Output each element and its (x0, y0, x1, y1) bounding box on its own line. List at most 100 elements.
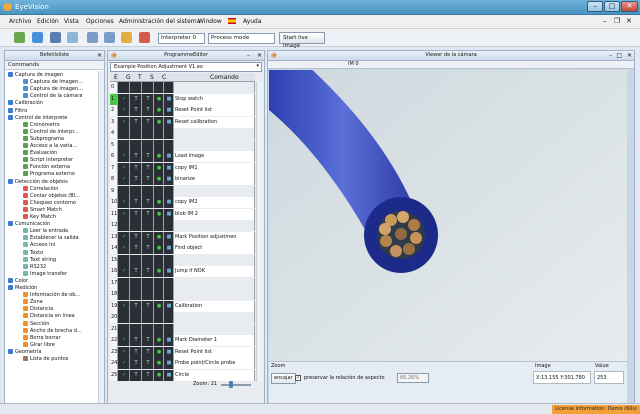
go-cell[interactable]: T (130, 346, 142, 358)
status-cell[interactable] (154, 254, 164, 266)
status-cell[interactable] (154, 323, 164, 335)
command-cell[interactable]: binarize (174, 174, 255, 185)
enabled-cell[interactable] (118, 289, 130, 300)
command-cell[interactable]: Reset Point list (174, 105, 255, 116)
program-row[interactable]: 22 ✓ T T ● ■ Mark Diameter 1 (110, 335, 255, 346)
command-item[interactable]: Acceso Ini (23, 242, 55, 248)
go-cell[interactable] (130, 323, 142, 335)
type-cell[interactable]: T (142, 358, 154, 369)
mdi-minimize-icon[interactable]: – (603, 17, 607, 25)
program-row[interactable]: 2 ✓ T T ● ■ Reset Point list (110, 105, 255, 116)
status-cell[interactable]: ● (154, 266, 164, 277)
line-number[interactable]: 5 (110, 139, 118, 151)
type-cell[interactable]: T (142, 208, 154, 220)
go-cell[interactable]: T (130, 162, 142, 174)
line-number[interactable]: 21 (110, 323, 118, 335)
line-number[interactable]: 2 (110, 105, 118, 116)
enabled-cell[interactable] (118, 277, 130, 289)
program-row[interactable]: 23 ✓ T T ● ■ Reset Point list (110, 346, 255, 358)
command-item[interactable]: Evaluación (23, 150, 57, 156)
command-item[interactable]: Captura de imagen... (23, 79, 83, 85)
enabled-cell[interactable]: ✓ (118, 151, 130, 162)
zoom-slider[interactable] (221, 381, 251, 388)
menu-administracion[interactable]: Administración del sistema (119, 18, 200, 25)
command-cell[interactable]: Stop watch (174, 93, 255, 105)
command-cell[interactable]: Load image (174, 151, 255, 162)
type-cell[interactable] (142, 254, 154, 266)
command-category[interactable]: Geometría (8, 348, 41, 355)
type-cell[interactable]: T (142, 151, 154, 162)
enabled-cell[interactable]: ✓ (118, 162, 130, 174)
type-cell[interactable]: T (142, 105, 154, 116)
command-icon-cell[interactable] (164, 185, 174, 197)
menu-window[interactable]: Window (198, 18, 222, 25)
command-cell[interactable] (174, 312, 255, 323)
status-cell[interactable]: ● (154, 369, 164, 381)
line-number[interactable]: 3 (110, 116, 118, 128)
enabled-cell[interactable] (118, 139, 130, 151)
program-row[interactable]: 19 ✓ T T ● ■ Calibration (110, 300, 255, 312)
go-cell[interactable] (130, 82, 142, 93)
enabled-cell[interactable]: ✓ (118, 300, 130, 312)
panel-close-icon[interactable]: ✕ (257, 51, 262, 60)
command-item[interactable]: Texto (23, 249, 43, 256)
command-category[interactable]: Control de intérprete (8, 114, 67, 121)
command-item[interactable]: Leer la entrada (23, 228, 68, 234)
command-item[interactable]: RS232 (23, 263, 46, 270)
keep-ratio-checkbox[interactable]: ✓ (295, 375, 301, 381)
viewer-close-icon[interactable]: ✕ (627, 51, 632, 60)
program-row[interactable]: 17 (110, 277, 255, 289)
command-item[interactable]: Borra borrar (23, 334, 61, 341)
go-cell[interactable]: T (130, 300, 142, 312)
enabled-cell[interactable]: ✓ (118, 93, 130, 105)
command-cell[interactable]: blob IM 2 (174, 208, 255, 220)
program-row[interactable]: 12 (110, 220, 255, 231)
line-number[interactable]: 15 (110, 254, 118, 266)
command-item[interactable]: Key Match (23, 214, 56, 220)
command-icon-cell[interactable] (164, 220, 174, 231)
minimize-button[interactable]: – (587, 1, 603, 12)
type-cell[interactable] (142, 220, 154, 231)
type-cell[interactable]: T (142, 197, 154, 208)
status-cell[interactable]: ● (154, 346, 164, 358)
command-icon-cell[interactable]: ■ (164, 116, 174, 128)
command-item[interactable]: Función externa (23, 164, 70, 170)
camera-image[interactable] (269, 70, 627, 361)
line-number[interactable]: 16 (110, 266, 118, 277)
undo-icon[interactable] (87, 32, 98, 43)
mdi-close-icon[interactable]: ✕ (626, 17, 632, 25)
status-cell[interactable]: ● (154, 116, 164, 128)
type-cell[interactable]: T (142, 266, 154, 277)
line-number[interactable]: 25 (110, 369, 118, 381)
command-cell[interactable]: Mark Diameter 1 (174, 335, 255, 346)
command-cell[interactable] (174, 323, 255, 335)
type-cell[interactable]: T (142, 346, 154, 358)
program-row[interactable]: 6 ✓ T T ● ■ Load image (110, 151, 255, 162)
command-icon-cell[interactable] (164, 312, 174, 323)
command-icon-cell[interactable]: ■ (164, 208, 174, 220)
program-row[interactable]: 9 (110, 185, 255, 197)
command-cell[interactable] (174, 82, 255, 93)
status-cell[interactable] (154, 185, 164, 197)
line-number[interactable]: 24 (110, 358, 118, 369)
program-row[interactable]: 8 ✓ T T ● ■ binarize (110, 174, 255, 185)
viewer-maximize-icon[interactable]: □ (616, 51, 622, 60)
status-cell[interactable]: ● (154, 231, 164, 243)
enabled-cell[interactable]: ✓ (118, 116, 130, 128)
status-cell[interactable]: ● (154, 335, 164, 346)
command-item[interactable]: Image transfer (23, 270, 67, 277)
enabled-cell[interactable]: ✓ (118, 105, 130, 116)
command-cell[interactable]: copy IM2 (174, 197, 255, 208)
command-item[interactable]: Correlación (23, 185, 58, 192)
program-row[interactable]: 16 ✓ T T ● ■ Jump if NOK (110, 266, 255, 277)
go-cell[interactable]: T (130, 335, 142, 346)
viewer-minimize-icon[interactable]: – (609, 51, 612, 60)
command-cell[interactable]: Circle (174, 369, 255, 381)
go-cell[interactable]: T (130, 266, 142, 277)
command-icon-cell[interactable]: ■ (164, 358, 174, 369)
command-icon-cell[interactable]: ■ (164, 151, 174, 162)
type-cell[interactable]: T (142, 300, 154, 312)
command-item[interactable]: Establecer la salida (23, 235, 79, 241)
command-item[interactable]: Script Interpreter (23, 157, 73, 163)
command-item[interactable]: Chequeo contorno (23, 199, 76, 206)
